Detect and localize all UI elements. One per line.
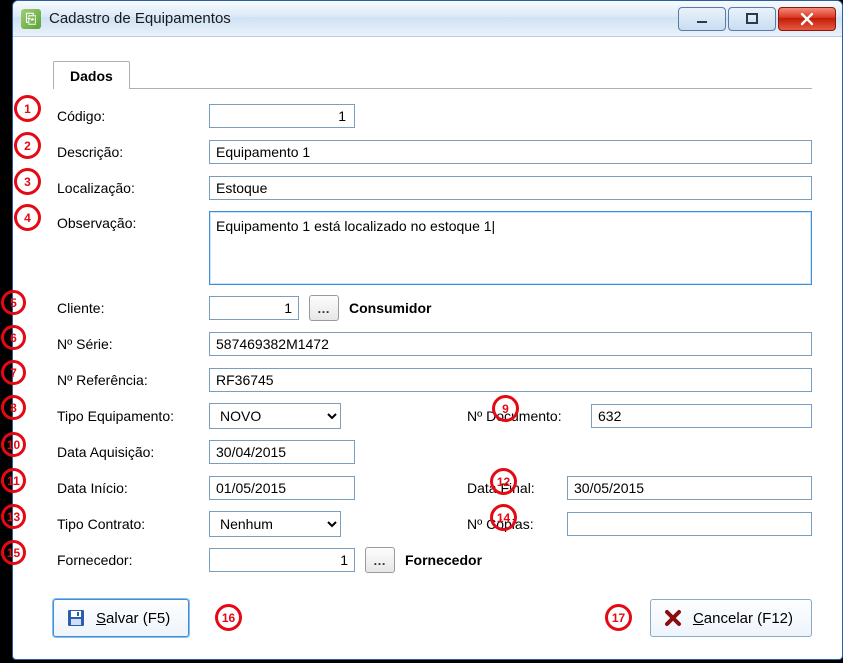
tabstrip: Dados — [53, 59, 130, 89]
n-serie-input[interactable] — [209, 332, 812, 356]
tipo-contrato-select[interactable]: Nenhum — [209, 511, 341, 537]
save-button-label: Salvar (F5) — [96, 610, 170, 627]
data-inicio-input[interactable] — [209, 476, 355, 500]
form: Código: Descrição: Localização: Observaç… — [57, 103, 812, 583]
minimize-button[interactable] — [678, 7, 726, 31]
ellipsis-icon: … — [373, 553, 387, 568]
window-controls — [678, 7, 836, 31]
label-data-final: Data Final: — [467, 480, 567, 496]
ellipsis-icon: … — [317, 301, 331, 316]
fornecedor-lookup-button[interactable]: … — [365, 547, 395, 573]
tab-border — [53, 88, 812, 89]
label-n-copias: Nº Cópias: — [467, 516, 567, 532]
label-localizacao: Localização: — [57, 180, 209, 196]
cliente-nome-text: Consumidor — [349, 300, 431, 316]
button-bar: Salvar (F5) Cancelar (F12) — [53, 599, 812, 637]
label-data-aquisicao: Data Aquisição: — [57, 444, 209, 460]
label-observacao: Observação: — [57, 211, 209, 231]
cliente-id-input[interactable] — [209, 296, 299, 320]
maximize-button[interactable] — [728, 7, 776, 31]
label-cliente: Cliente: — [57, 300, 209, 316]
localizacao-input[interactable] — [209, 176, 812, 200]
observacao-textarea[interactable]: Equipamento 1 está localizado no estoque… — [209, 211, 812, 285]
data-final-input[interactable] — [567, 476, 812, 500]
fornecedor-nome-text: Fornecedor — [405, 552, 482, 568]
cancel-button[interactable]: Cancelar (F12) — [650, 599, 812, 637]
label-fornecedor: Fornecedor: — [57, 552, 209, 568]
label-tipo-contrato: Tipo Contrato: — [57, 516, 209, 532]
close-button[interactable] — [778, 7, 836, 31]
app-window: ⎘ Cadastro de Equipamentos Dados Código: — [12, 0, 843, 660]
label-tipo-equipamento: Tipo Equipamento: — [57, 408, 209, 424]
label-descricao: Descrição: — [57, 144, 209, 160]
n-referencia-input[interactable] — [209, 368, 812, 392]
data-aquisicao-input[interactable] — [209, 440, 355, 464]
client-area: Dados Código: Descrição: Localização: — [19, 41, 836, 653]
fornecedor-id-input[interactable] — [209, 548, 355, 572]
cancel-button-label: Cancelar (F12) — [693, 610, 793, 627]
label-data-inicio: Data Início: — [57, 480, 209, 496]
cliente-lookup-button[interactable]: … — [309, 295, 339, 321]
titlebar: ⎘ Cadastro de Equipamentos — [13, 1, 842, 37]
label-codigo: Código: — [57, 108, 209, 124]
n-documento-input[interactable] — [591, 404, 812, 428]
n-copias-input[interactable] — [567, 512, 812, 536]
window-title: Cadastro de Equipamentos — [49, 10, 678, 27]
save-icon — [66, 608, 86, 628]
app-icon: ⎘ — [21, 9, 41, 29]
cancel-icon — [663, 608, 683, 628]
label-n-documento: Nº Documento: — [467, 408, 591, 424]
codigo-input[interactable] — [209, 104, 355, 128]
tipo-equipamento-select[interactable]: NOVO — [209, 403, 341, 429]
label-n-referencia: Nº Referência: — [57, 372, 209, 388]
tab-dados[interactable]: Dados — [53, 61, 130, 89]
descricao-input[interactable] — [209, 140, 812, 164]
label-n-serie: Nº Série: — [57, 336, 209, 352]
save-button[interactable]: Salvar (F5) — [53, 599, 189, 637]
